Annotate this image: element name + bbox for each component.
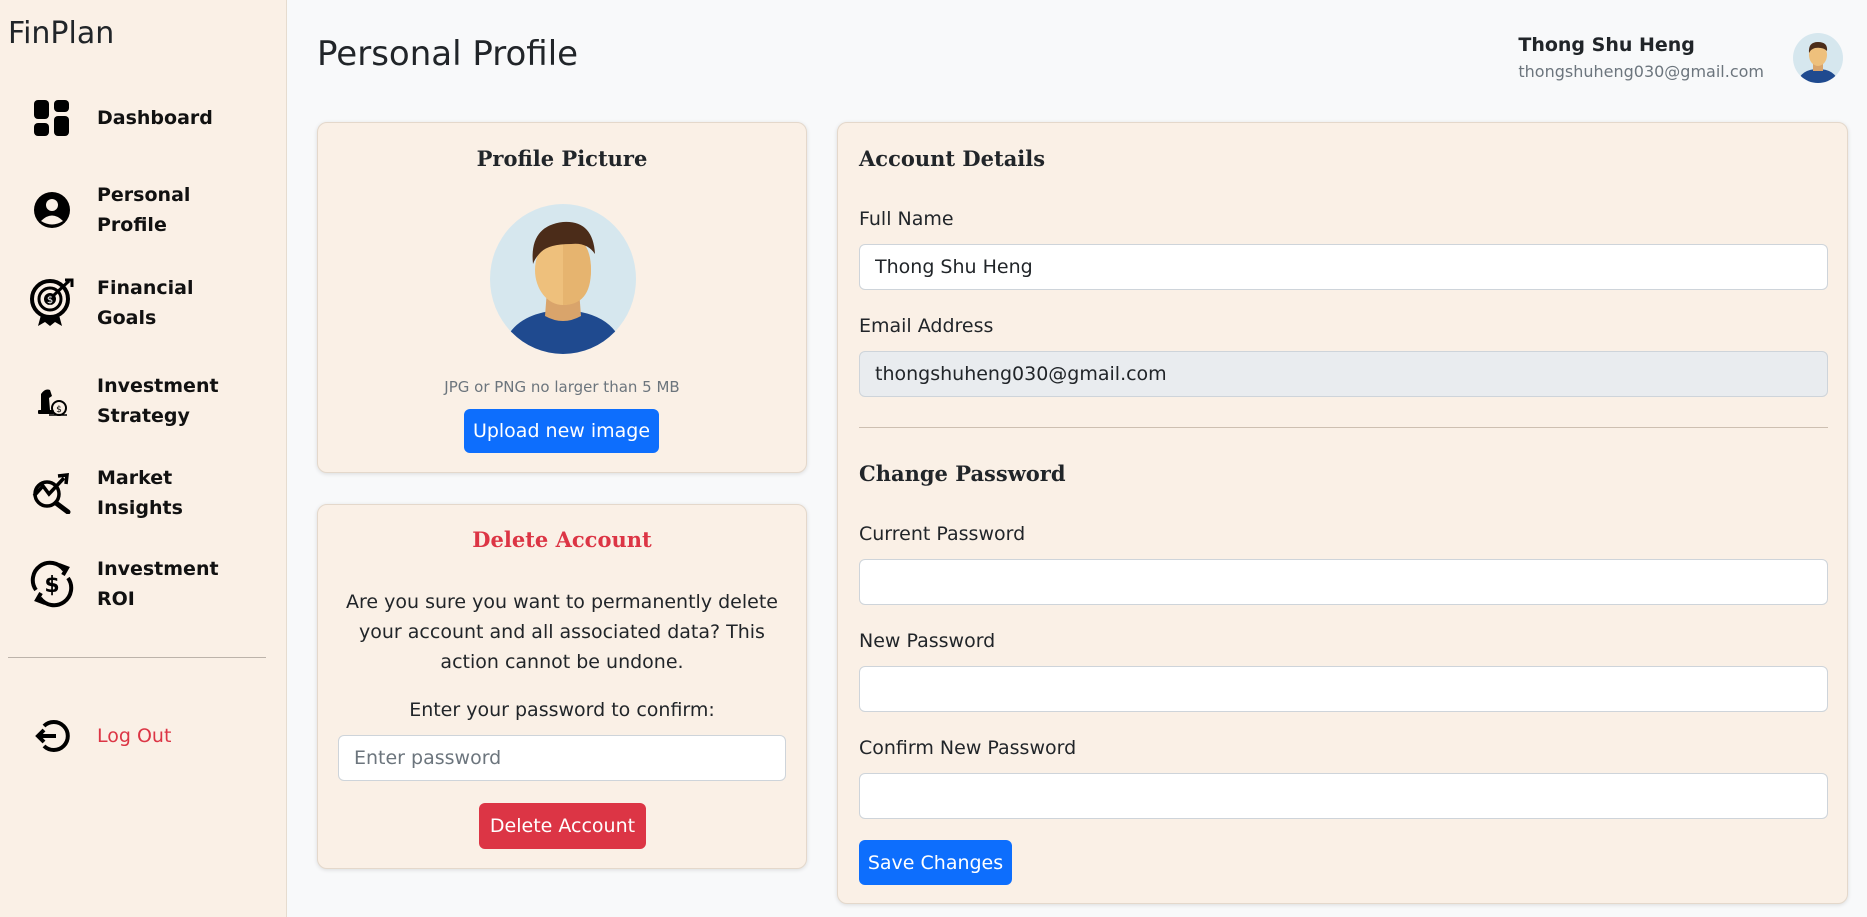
email-label: Email Address: [859, 315, 994, 337]
delete-account-card: Delete Account Are you sure you want to …: [317, 504, 807, 869]
sidebar-item-market-insights[interactable]: Market Insights: [24, 463, 274, 523]
logout-icon: [24, 708, 80, 764]
dashboard-icon: [24, 90, 80, 146]
sidebar-item-personal-profile[interactable]: Personal Profile: [24, 180, 274, 240]
sidebar-item-financial-goals[interactable]: $ Financial Goals: [24, 273, 274, 333]
delete-confirm-label: Enter your password to confirm:: [409, 699, 715, 721]
sidebar-item-label: Personal Profile: [97, 184, 191, 236]
delete-account-title: Delete Account: [472, 527, 652, 552]
logout-button[interactable]: Log Out: [24, 706, 274, 766]
account-details-title: Account Details: [859, 146, 1046, 171]
dollar-cycle-icon: $: [24, 556, 80, 612]
sidebar-item-investment-roi[interactable]: $ Investment ROI: [24, 554, 274, 614]
section-divider: [859, 427, 1828, 428]
strategy-icon: $: [24, 373, 80, 429]
user-name: Thong Shu Heng: [1518, 34, 1695, 56]
new-password-label: New Password: [859, 630, 996, 652]
new-password-input[interactable]: [859, 666, 1828, 712]
delete-account-button[interactable]: Delete Account: [479, 803, 646, 849]
change-password-title: Change Password: [859, 461, 1066, 486]
sidebar-item-label: Market Insights: [97, 467, 183, 519]
brand-logo[interactable]: FinPlan: [8, 16, 114, 51]
sidebar-item-investment-strategy[interactable]: $ Investment Strategy: [24, 365, 274, 437]
full-name-input[interactable]: [859, 244, 1828, 290]
sidebar-item-label: Financial Goals: [97, 277, 194, 329]
profile-picture-title: Profile Picture: [476, 146, 648, 171]
logout-label: Log Out: [97, 725, 172, 747]
svg-text:$: $: [47, 295, 53, 306]
user-info: Thong Shu Heng thongshuheng030@gmail.com: [1518, 34, 1764, 81]
page-title: Personal Profile: [317, 34, 579, 74]
sidebar: FinPlan Dashboard Personal Profile $ Fin…: [0, 0, 287, 917]
sidebar-item-label: Investment ROI: [97, 558, 219, 610]
upload-hint: JPG or PNG no larger than 5 MB: [444, 378, 680, 396]
chart-magnifier-icon: [24, 465, 80, 521]
sidebar-divider: [8, 657, 266, 658]
sidebar-item-label: Dashboard: [97, 107, 213, 129]
delete-warning: Are you sure you want to permanently del…: [346, 591, 778, 673]
current-password-label: Current Password: [859, 523, 1026, 545]
confirm-password-input[interactable]: [859, 773, 1828, 819]
target-dollar-icon: $: [24, 275, 80, 331]
current-password-input[interactable]: [859, 559, 1828, 605]
full-name-label: Full Name: [859, 208, 954, 230]
email-input: [859, 351, 1828, 397]
save-changes-button[interactable]: Save Changes: [859, 840, 1012, 885]
profile-avatar: [489, 204, 637, 354]
svg-text:$: $: [56, 405, 62, 415]
upload-image-button[interactable]: Upload new image: [464, 409, 659, 453]
person-circle-icon: [24, 182, 80, 238]
delete-password-input[interactable]: [338, 735, 786, 781]
avatar[interactable]: [1793, 33, 1843, 83]
account-details-card: Account Details Full Name Email Address …: [837, 122, 1848, 904]
confirm-password-label: Confirm New Password: [859, 737, 1077, 759]
sidebar-item-dashboard[interactable]: Dashboard: [24, 88, 274, 148]
svg-text:$: $: [44, 573, 59, 598]
sidebar-item-label: Investment Strategy: [97, 375, 219, 427]
user-email: thongshuheng030@gmail.com: [1518, 62, 1764, 81]
profile-picture-card: Profile Picture JPG or PNG no larger tha…: [317, 122, 807, 473]
